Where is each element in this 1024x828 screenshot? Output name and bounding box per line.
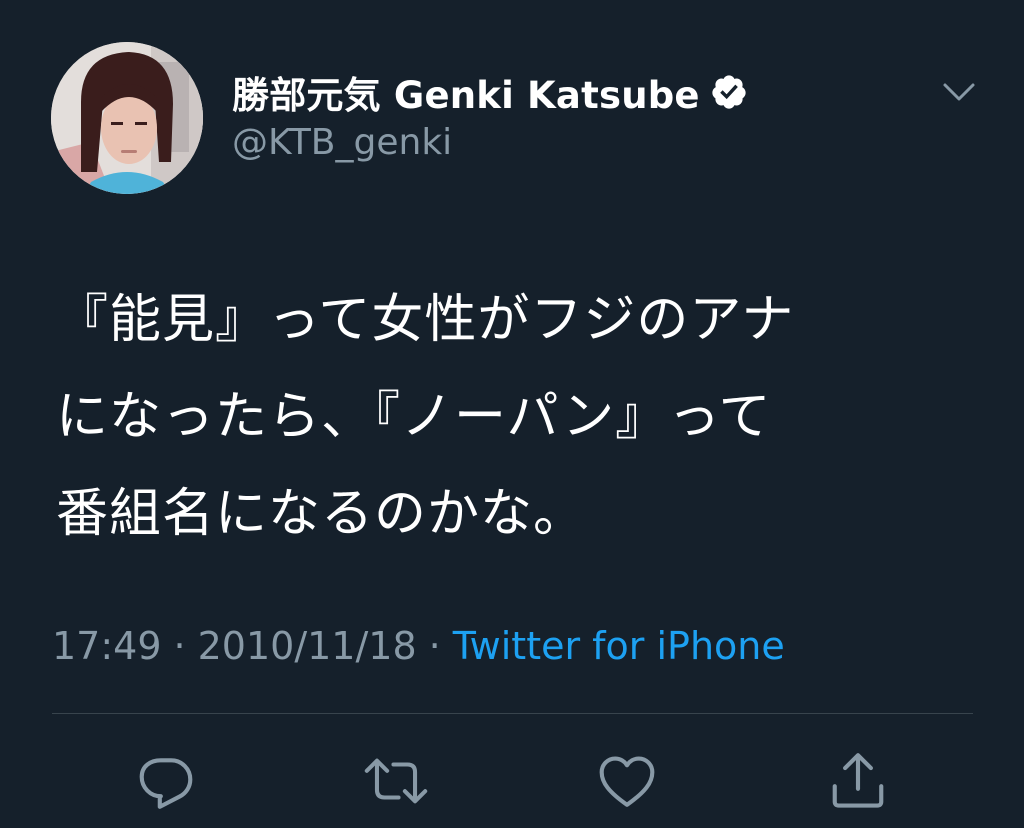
user-handle[interactable]: @KTB_genki [232, 122, 748, 163]
reply-button[interactable] [133, 748, 199, 814]
like-button[interactable] [594, 748, 660, 814]
verified-badge-icon [710, 73, 748, 111]
avatar-photo [51, 42, 203, 194]
tweet-time[interactable]: 17:49 [52, 624, 162, 668]
action-bar [0, 748, 1024, 814]
display-name-row: 勝部元気 Genki Katsube [232, 66, 748, 118]
divider [52, 713, 973, 714]
retweet-button[interactable] [363, 748, 429, 814]
avatar[interactable] [51, 42, 203, 194]
tweet-meta: 17:49 · 2010/11/18 · Twitter for iPhone [52, 624, 785, 668]
share-icon [832, 753, 884, 808]
meta-separator: · [173, 624, 186, 668]
tweet-date[interactable]: 2010/11/18 [198, 624, 417, 668]
chevron-down-icon[interactable] [940, 78, 978, 106]
tweet-text: 『能見』って女性がフジのアナ になったら、『ノーパン』って 番組名になるのかな。 [56, 290, 795, 544]
display-name[interactable]: 勝部元気 Genki Katsube [232, 65, 700, 119]
reply-icon [139, 758, 193, 809]
tweet-card: 勝部元気 Genki Katsube @KTB_genki 『能見』って女性がフ… [0, 0, 1024, 828]
tweet-source-link[interactable]: Twitter for iPhone [453, 624, 785, 668]
meta-separator: · [428, 624, 441, 668]
heart-icon [599, 756, 655, 807]
retweet-icon [364, 758, 428, 804]
share-button[interactable] [825, 748, 891, 814]
user-info[interactable]: 勝部元気 Genki Katsube @KTB_genki [232, 66, 748, 163]
